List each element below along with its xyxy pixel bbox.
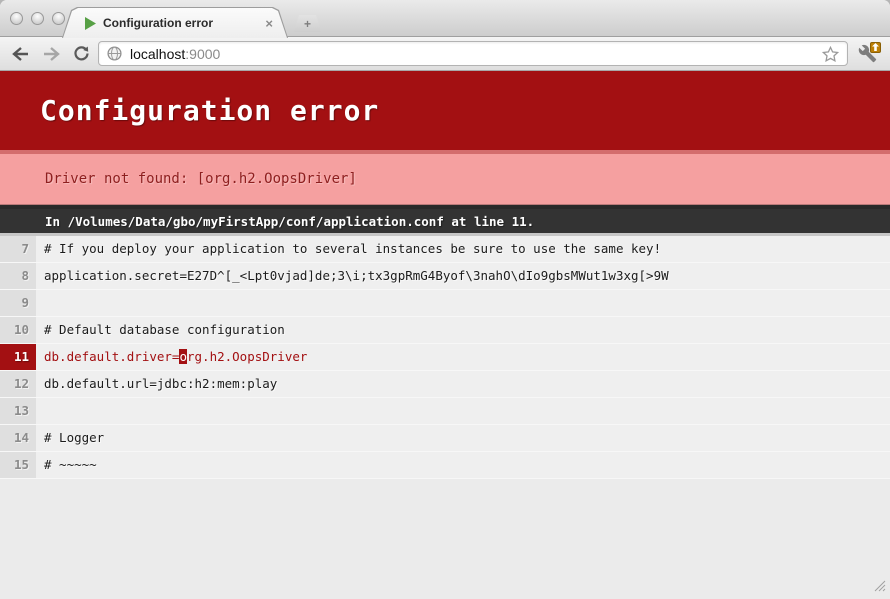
- forward-button[interactable]: [38, 41, 64, 67]
- line-code: application.secret=E27D^[_<Lpt0vjad]de;3…: [36, 263, 890, 289]
- url-text: localhost:9000: [130, 46, 220, 62]
- line-code: db.default.driver=org.h2.OopsDriver: [36, 344, 890, 370]
- line-number: 12: [0, 371, 36, 397]
- tab-strip: Configuration error × +: [0, 0, 890, 37]
- error-detail-text: Driver not found: [org.h2.OopsDriver]: [45, 171, 357, 187]
- code-after-marker: rg.h2.OopsDriver: [187, 349, 307, 364]
- page-background: [0, 479, 890, 599]
- code-line: 8application.secret=E27D^[_<Lpt0vjad]de;…: [0, 263, 890, 290]
- tab-configuration-error[interactable]: Configuration error ×: [63, 8, 287, 38]
- code-line: 9: [0, 290, 890, 317]
- error-location-text: In /Volumes/Data/gbo/myFirstApp/conf/app…: [45, 214, 534, 229]
- error-header: Configuration error: [0, 71, 890, 150]
- address-bar[interactable]: localhost:9000: [98, 41, 848, 66]
- plus-icon: +: [304, 17, 311, 31]
- line-code: [36, 398, 890, 424]
- line-number: 15: [0, 452, 36, 478]
- line-code: db.default.url=jdbc:h2:mem:play: [36, 371, 890, 397]
- line-number: 9: [0, 290, 36, 316]
- line-code: [36, 290, 890, 316]
- line-number: 11: [0, 344, 36, 370]
- line-number: 14: [0, 425, 36, 451]
- line-number: 13: [0, 398, 36, 424]
- back-icon: [12, 46, 30, 62]
- code-before-marker: db.default.driver=: [44, 349, 179, 364]
- tab-close-icon[interactable]: ×: [265, 17, 273, 30]
- play-icon: [85, 17, 96, 30]
- code-line: 13: [0, 398, 890, 425]
- reload-icon: [73, 45, 90, 62]
- line-code: # If you deploy your application to seve…: [36, 236, 890, 262]
- zoom-window-button[interactable]: [52, 12, 65, 25]
- line-code: # ~~~~~: [36, 452, 890, 478]
- code-line: 15# ~~~~~: [0, 452, 890, 479]
- config-code-listing: 7# If you deploy your application to sev…: [0, 233, 890, 479]
- reload-button[interactable]: [68, 41, 94, 67]
- code-line: 7# If you deploy your application to sev…: [0, 236, 890, 263]
- browser-window: Configuration error × +: [0, 0, 890, 599]
- line-code: # Default database configuration: [36, 317, 890, 343]
- forward-icon: [42, 46, 60, 62]
- url-port: :9000: [185, 46, 220, 62]
- resize-grip-icon[interactable]: [871, 577, 886, 596]
- error-detail-band: Driver not found: [org.h2.OopsDriver]: [0, 150, 890, 205]
- code-line: 10# Default database configuration: [0, 317, 890, 344]
- minimize-window-button[interactable]: [31, 12, 44, 25]
- update-badge-icon: [870, 42, 881, 53]
- tab-title: Configuration error: [103, 16, 265, 30]
- new-tab-button[interactable]: +: [294, 15, 321, 32]
- line-number: 10: [0, 317, 36, 343]
- traffic-lights: [10, 12, 65, 25]
- error-location-bar: In /Volumes/Data/gbo/myFirstApp/conf/app…: [0, 205, 890, 233]
- back-button[interactable]: [8, 41, 34, 67]
- line-number: 8: [0, 263, 36, 289]
- line-number: 7: [0, 236, 36, 262]
- browser-toolbar: localhost:9000: [0, 37, 890, 71]
- url-host: localhost: [130, 46, 185, 62]
- wrench-menu-button[interactable]: [852, 41, 882, 67]
- globe-icon: [107, 46, 122, 61]
- line-code: # Logger: [36, 425, 890, 451]
- error-marker: o: [179, 349, 187, 364]
- bookmark-star-button[interactable]: [822, 46, 839, 62]
- code-line: 14# Logger: [0, 425, 890, 452]
- page-title: Configuration error: [40, 94, 379, 127]
- code-line: 12db.default.url=jdbc:h2:mem:play: [0, 371, 890, 398]
- code-line-error: 11db.default.driver=org.h2.OopsDriver: [0, 344, 890, 371]
- close-window-button[interactable]: [10, 12, 23, 25]
